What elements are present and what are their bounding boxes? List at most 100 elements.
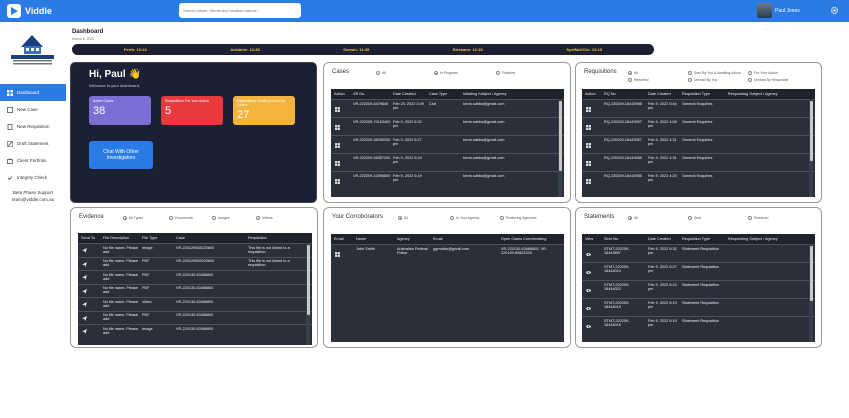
filter-all[interactable]: All [628,216,638,220]
column-header[interactable]: Name [356,234,366,244]
column-header[interactable]: File Type [142,233,157,243]
table-row[interactable]: RQ-220209-16443998 Feb 9, 2022 5:44 pm Gen… [582,99,815,117]
grid-action-icon[interactable] [586,124,591,130]
filter-preferring-agencies[interactable]: Preferring Agencies [500,216,537,220]
send-icon[interactable] [82,315,87,321]
table-row[interactable]: STMT-220209-16443897 Feb 9, 2022 6:32 pm S… [582,244,815,262]
table-row[interactable]: No file name. Please add PDF VR-220130-634… [78,283,312,298]
scrollbar-thumb[interactable] [558,101,562,171]
eye-icon[interactable] [586,270,591,275]
table-row[interactable]: No file name. Please add PDF VR-220130-634… [78,310,312,325]
grid-action-icon[interactable] [335,124,340,130]
filter-finished[interactable]: Finished [496,71,515,75]
grid-action-icon[interactable] [586,106,591,112]
filter-all-types[interactable]: All Types [123,216,143,220]
table-row[interactable]: STMT-220209-16444024 Feb 9, 2022 6:27 pm S… [582,262,815,280]
scrollbar[interactable] [809,244,813,342]
filter-in-progress[interactable]: In Progress [434,71,458,75]
column-header[interactable]: Responding Subject / Agency [728,234,778,244]
table-row[interactable]: RQ-220209-16443997 Feb 9, 2022 4:58 pm Gen… [582,117,815,135]
column-header[interactable]: Stmt No. [604,234,619,244]
table-row[interactable]: VR-220209-36290000 Feb 9, 2022 6:27 pm kev… [331,135,564,153]
column-header[interactable]: Email [334,234,344,244]
sidebar-item-new-case[interactable]: New Case [0,101,66,118]
table-row[interactable]: RQ-220209-16443957 Feb 9, 2022 4:31 pm Gen… [582,135,815,153]
sidebar-item-integrity-check[interactable]: Integrity Check [0,169,66,186]
column-header[interactable]: Action [585,89,596,99]
search-input[interactable] [179,3,301,18]
column-header[interactable]: View [585,234,593,244]
table-row[interactable]: VR-220209-10096500 Feb 9, 2022 6:19 pm kev… [331,171,564,189]
filter-unread-by-responder[interactable]: Unread By Responder [748,78,789,82]
app-logo[interactable]: Viddle [7,4,52,18]
filter-sent[interactable]: Sent [688,216,701,220]
scrollbar[interactable] [809,99,813,197]
eye-icon[interactable] [586,252,591,257]
column-header[interactable]: Requisition [248,233,267,243]
support-email[interactable]: team@viddle.com.au [0,196,66,203]
column-header[interactable]: File Description [103,233,129,243]
column-header[interactable]: Requisition Type [682,89,710,99]
table-row[interactable]: VR-220209-56357200 Feb 9, 2022 6:24 pm kev… [331,153,564,171]
table-row[interactable]: No file name. Please add Image VR-22012955… [78,243,312,257]
sidebar-item-draft-statement[interactable]: Draft Statement [0,135,66,152]
filter-unread-by-you[interactable]: Unread By You [688,78,717,82]
table-row[interactable]: No file name. Please add Image VR-220130-6… [78,324,312,338]
column-header[interactable]: VR No. [353,89,365,99]
scrollbar-thumb[interactable] [809,246,813,301]
filter-documents[interactable]: Documents [169,216,193,220]
column-header[interactable]: Initiating Subject / Agency [463,89,506,99]
eye-icon[interactable] [586,288,591,293]
table-row[interactable]: STMT-220209-16444022 Feb 9, 2022 6:24 pm S… [582,280,815,298]
scrollbar[interactable] [558,99,562,197]
sidebar-item-client-portfolio[interactable]: Client Portfolio [0,152,66,169]
filter-all[interactable]: All [628,71,638,75]
scrollbar-thumb[interactable] [809,101,813,161]
grid-action-icon[interactable] [335,251,340,257]
filter-for-your-action[interactable]: For Your Action [748,71,778,75]
grid-action-icon[interactable] [586,178,591,184]
column-header[interactable]: Email [433,234,443,244]
eye-icon[interactable] [586,306,591,311]
column-header[interactable]: Date Created [393,89,416,99]
send-icon[interactable] [82,248,87,254]
filter-images[interactable]: Images [212,216,229,220]
column-header[interactable]: Responding Subject / Agency [728,89,778,99]
filter-videos[interactable]: Videos [256,216,273,220]
table-row[interactable]: VR-220209-70163400 Feb 9, 2022 6:32 pm kev… [331,117,564,135]
table-row[interactable]: STMT-220209-16444016 Feb 9, 2022 6:19 pm S… [582,316,815,334]
send-icon[interactable] [82,302,87,308]
grid-action-icon[interactable] [335,178,340,184]
filter-returned[interactable]: Returned [748,216,768,220]
table-row[interactable]: RQ-220209-16443958 Feb 9, 2022 4:31 pm Gen… [582,153,815,171]
gear-icon[interactable] [830,6,839,15]
column-header[interactable]: Agency [397,234,410,244]
table-row[interactable]: VR-220209-6479840 Feb 25, 2022 3:09 pm Civ… [331,99,564,117]
send-icon[interactable] [82,275,87,281]
grid-action-icon[interactable] [335,160,340,166]
table-row[interactable]: RQ-220209-16443955 Feb 9, 2022 4:20 pm Gen… [582,171,815,189]
scrollbar[interactable] [306,243,310,345]
filter-returned[interactable]: Returned [628,78,648,82]
chat-with-investigators-button[interactable]: Chat With Other Investigators [89,141,153,169]
grid-action-icon[interactable] [586,160,591,166]
sidebar-item-new-requisition[interactable]: New Requisition [0,118,66,135]
column-header[interactable]: Date Created [648,234,671,244]
filter-sent-awaiting[interactable]: Sent By You & Awaiting Action [688,71,741,75]
table-row[interactable]: STMT-220209-16444019 Feb 9, 2022 6:19 pm S… [582,298,815,316]
column-header[interactable]: Open Cases Corroborating [501,234,546,244]
grid-action-icon[interactable] [335,106,340,112]
stat-requisitions-awaiting[interactable]: Requisitions Awaiting Action by Others 2… [233,96,295,125]
send-icon[interactable] [82,329,87,335]
stat-active-cases[interactable]: Active Cases 38 [89,96,151,125]
filter-all[interactable]: All [376,71,386,75]
send-icon[interactable] [82,288,87,294]
table-row[interactable]: John Smith Australian Federal Police ggmot… [331,244,564,262]
table-row[interactable]: No file name. Please add PDF VR-2201295532… [78,256,312,271]
column-header[interactable]: Action [334,89,345,99]
table-row[interactable]: No file name. Please add PDF VR-220130-634… [78,270,312,284]
grid-action-icon[interactable] [586,142,591,148]
grid-action-icon[interactable] [335,142,340,148]
sidebar-item-dashboard[interactable]: Dashboard [0,84,66,101]
column-header[interactable]: Case Type [429,89,447,99]
